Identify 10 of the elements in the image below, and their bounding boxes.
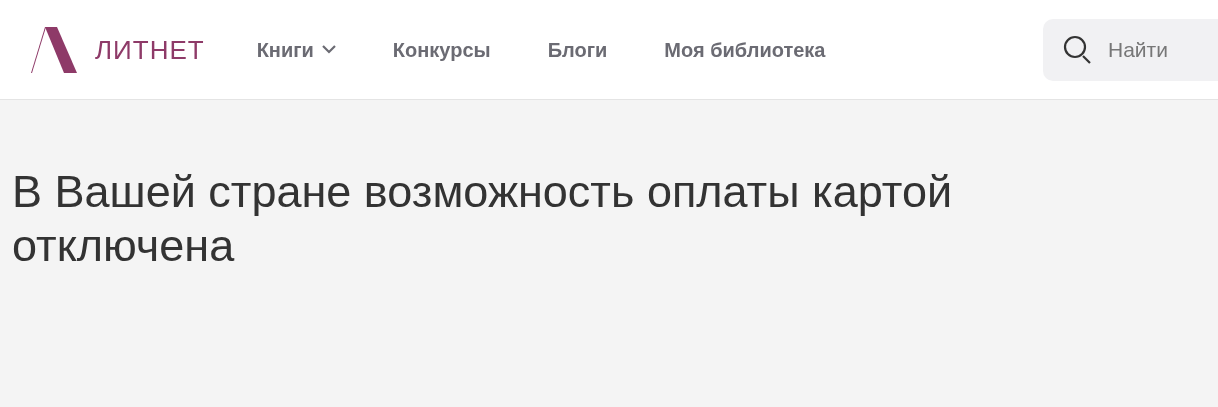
nav-link[interactable]: Моя библиотека bbox=[664, 34, 826, 65]
search-icon bbox=[1063, 34, 1093, 65]
nav-link[interactable]: Конкурсы bbox=[392, 34, 491, 65]
logo-text[interactable]: ЛИТНЕТ bbox=[95, 36, 205, 63]
nav-link[interactable]: Блоги bbox=[547, 34, 608, 65]
search-field[interactable]: Найти bbox=[1043, 18, 1218, 81]
page-heading: В Вашей стране возможность оплаты картой отключена bbox=[12, 165, 954, 273]
logo-icon[interactable] bbox=[31, 26, 77, 73]
chevron-down-icon bbox=[321, 45, 336, 54]
nav-link[interactable]: Книги bbox=[256, 34, 336, 65]
